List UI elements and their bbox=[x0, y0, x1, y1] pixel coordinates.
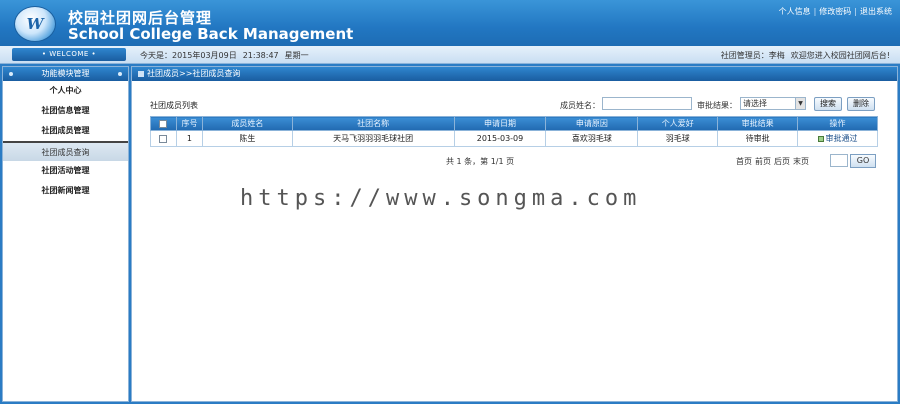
cell-index: 1 bbox=[175, 130, 203, 147]
approve-link[interactable]: 审批通过 bbox=[826, 134, 858, 143]
filter-toolbar: 社团成员列表 成员姓名： 审批结果： 请选择 ▼ 搜索 删除 bbox=[150, 97, 878, 113]
pager-info: 共 1 条，第 1/1 页 bbox=[446, 157, 515, 166]
member-name-label: 成员姓名： bbox=[560, 101, 600, 110]
logo-letter: W bbox=[26, 15, 44, 33]
sidebar-item-news-manage[interactable]: 社团新闻管理 bbox=[3, 181, 128, 201]
col-index: 序号 bbox=[175, 116, 203, 131]
page-number-input[interactable] bbox=[830, 154, 848, 167]
link-separator: | bbox=[813, 7, 817, 16]
col-apply-date: 申请日期 bbox=[453, 116, 547, 131]
change-password-link[interactable]: 修改密码 bbox=[819, 7, 851, 16]
select-all-header[interactable] bbox=[150, 116, 177, 131]
main-panel: 社团成员>>社团成员查询 社团成员列表 成员姓名： 审批结果： 请选择 ▼ 搜索… bbox=[131, 66, 898, 402]
logo: W bbox=[14, 6, 56, 42]
pager: 共 1 条，第 1/1 页 首页 前页 后页 末页 GO bbox=[150, 154, 878, 168]
user-info: 社团管理员：李梅 欢迎您进入校园社团网后台! bbox=[715, 50, 890, 61]
chevron-down-icon[interactable]: ▼ bbox=[795, 98, 805, 109]
member-table: 序号 成员姓名 社团名称 申请日期 申请原因 个人爱好 审批结果 操作 1 陈生… bbox=[150, 116, 878, 147]
sidebar-item-member-query[interactable]: 社团成员查询 bbox=[3, 141, 128, 161]
date-time: 今天是：2015年03月09日 21:38:47 星期一 bbox=[140, 50, 315, 61]
profile-link[interactable]: 个人信息 bbox=[779, 7, 811, 16]
cell-action: 审批通过 bbox=[797, 130, 878, 147]
status-label: 审批结果： bbox=[697, 101, 737, 110]
cell-hobby: 羽毛球 bbox=[637, 130, 719, 147]
sidebar: 功能模块管理 个人中心 社团信息管理 社团成员管理 社团成员查询 社团活动管理 … bbox=[2, 66, 129, 402]
app-header: W 校园社团网后台管理 School College Back Manageme… bbox=[0, 0, 900, 46]
greeting-text: 欢迎您进入校园社团网后台! bbox=[790, 51, 890, 60]
prev-page-link[interactable]: 前页 bbox=[755, 157, 771, 166]
link-separator: | bbox=[854, 7, 857, 16]
col-hobby: 个人爱好 bbox=[637, 116, 719, 131]
cell-apply-reason: 喜欢羽毛球 bbox=[545, 130, 639, 147]
logout-link[interactable]: 退出系统 bbox=[860, 7, 892, 16]
bullet-icon bbox=[118, 72, 122, 76]
breadcrumb: 社团成员>>社团成员查询 bbox=[132, 67, 897, 81]
status-selected: 请选择 bbox=[743, 99, 767, 108]
sidebar-title-text: 功能模块管理 bbox=[41, 69, 90, 78]
search-button[interactable]: 搜索 bbox=[814, 97, 842, 111]
pager-links: 首页 前页 后页 末页 bbox=[736, 156, 812, 167]
current-time: 21:38:47 bbox=[242, 51, 279, 60]
row-select[interactable] bbox=[150, 130, 177, 147]
col-member-name: 成员姓名 bbox=[201, 116, 293, 131]
row-checkbox[interactable] bbox=[159, 134, 168, 143]
home-icon bbox=[138, 70, 144, 77]
col-action: 操作 bbox=[797, 116, 878, 131]
current-weekday: 星期一 bbox=[284, 51, 309, 60]
list-title: 社团成员列表 bbox=[150, 101, 198, 110]
col-club-name: 社团名称 bbox=[291, 116, 455, 131]
approve-icon bbox=[817, 135, 824, 142]
sidebar-item-member-manage[interactable]: 社团成员管理 bbox=[3, 121, 128, 141]
sidebar-item-activity-manage[interactable]: 社团活动管理 bbox=[3, 161, 128, 181]
sidebar-item-profile[interactable]: 个人中心 bbox=[3, 81, 128, 101]
select-all-checkbox[interactable] bbox=[159, 119, 168, 128]
breadcrumb-text: 社团成员>>社团成员查询 bbox=[147, 69, 241, 78]
table-row: 1 陈生 天马飞羽羽羽毛球社团 2015-03-09 喜欢羽毛球 羽毛球 待审批… bbox=[150, 130, 878, 147]
sidebar-item-club-info[interactable]: 社团信息管理 bbox=[3, 101, 128, 121]
welcome-badge: • WELCOME • bbox=[12, 48, 126, 61]
cell-apply-date: 2015-03-09 bbox=[453, 130, 547, 147]
current-date: 今天是：2015年03月09日 bbox=[140, 51, 237, 60]
col-apply-reason: 申请原因 bbox=[545, 116, 639, 131]
cell-approval: 待审批 bbox=[717, 130, 799, 147]
delete-button[interactable]: 删除 bbox=[847, 97, 875, 111]
admin-name: 社团管理员：李梅 bbox=[720, 51, 785, 60]
col-approval: 审批结果 bbox=[717, 116, 799, 131]
go-button[interactable]: GO bbox=[850, 154, 876, 168]
watermark: https://www.songma.com bbox=[240, 186, 642, 211]
top-links: 个人信息 | 修改密码 | 退出系统 bbox=[779, 6, 892, 17]
cell-member-name: 陈生 bbox=[201, 130, 293, 147]
bullet-icon bbox=[9, 72, 13, 76]
next-page-link[interactable]: 后页 bbox=[774, 157, 790, 166]
status-select[interactable]: 请选择 ▼ bbox=[740, 97, 806, 110]
info-bar: • WELCOME • 今天是：2015年03月09日 21:38:47 星期一 社… bbox=[0, 46, 900, 64]
last-page-link[interactable]: 末页 bbox=[793, 157, 809, 166]
app-title-en: School College Back Management bbox=[68, 25, 354, 43]
first-page-link[interactable]: 首页 bbox=[736, 157, 752, 166]
cell-club-name: 天马飞羽羽羽毛球社团 bbox=[291, 130, 455, 147]
member-name-input[interactable] bbox=[602, 97, 692, 110]
sidebar-title: 功能模块管理 bbox=[3, 67, 128, 81]
table-header-row: 序号 成员姓名 社团名称 申请日期 申请原因 个人爱好 审批结果 操作 bbox=[150, 116, 878, 131]
